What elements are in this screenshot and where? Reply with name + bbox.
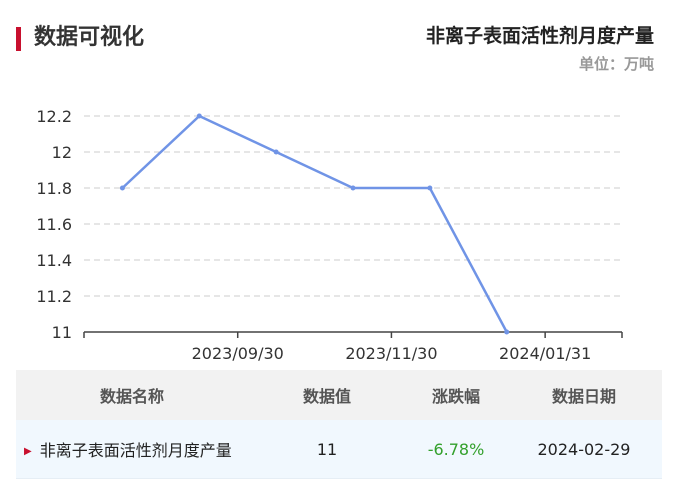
data-point <box>504 329 510 335</box>
triangle-right-icon: ▶ <box>24 446 32 457</box>
data-point <box>196 113 202 119</box>
x-tick-label: 2023/11/30 <box>345 344 437 363</box>
row-name-cell: ▶ 非离子表面活性剂月度产量 <box>16 437 248 461</box>
x-tick-label: 2024/01/31 <box>499 344 591 363</box>
row-value: 11 <box>316 439 338 459</box>
table-row[interactable]: ▶ 非离子表面活性剂月度产量 11 -6.78% 2024-02-29 <box>16 420 662 479</box>
header-change: 涨跌幅 <box>431 387 480 406</box>
header-value: 数据值 <box>302 387 351 406</box>
y-tick-label: 12.2 <box>36 107 72 126</box>
data-table: 数据名称 数据值 涨跌幅 数据日期 ▶ 非离子表面活性剂月度产量 11 -6.78… <box>16 370 662 479</box>
y-axis-ticks: 11 11.2 11.4 11.6 11.8 12 12.2 <box>36 107 72 342</box>
y-tick-label: 11.8 <box>36 179 72 198</box>
y-tick-label: 11 <box>52 323 72 342</box>
row-date: 2024-02-29 <box>537 439 631 459</box>
row-name: 非离子表面活性剂月度产量 <box>39 441 232 460</box>
header-date: 数据日期 <box>551 387 616 406</box>
y-tick-label: 11.2 <box>36 287 72 306</box>
row-change: -6.78% <box>427 439 485 459</box>
y-tick-label: 11.6 <box>36 215 72 234</box>
y-tick-label: 11.4 <box>36 251 72 270</box>
line-chart: 1111.211.411.611.81212.2 2023/09/30 2023/… <box>36 107 623 363</box>
table-header: 数据名称 数据值 涨跌幅 数据日期 <box>16 370 662 420</box>
x-tick-label: 2023/09/30 <box>192 344 284 363</box>
grid-lines <box>84 115 622 297</box>
x-axis-ticks: 2023/09/30 2023/11/30 2024/01/31 <box>83 332 623 363</box>
data-point <box>427 185 433 191</box>
data-point <box>273 149 279 155</box>
data-point <box>350 185 356 191</box>
header-name: 数据名称 <box>99 387 164 406</box>
data-point <box>119 185 125 191</box>
y-tick-label: 12 <box>52 143 72 162</box>
